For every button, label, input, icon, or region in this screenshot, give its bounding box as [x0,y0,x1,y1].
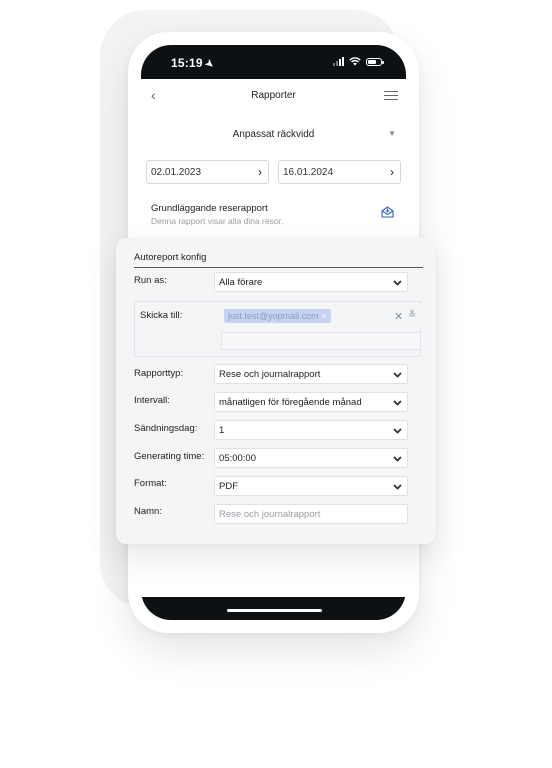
generating-time-label: Generating time: [134,451,205,462]
filter-settings-icon[interactable] [384,88,398,102]
status-icons [333,57,384,66]
generating-time-value: 05:00:00 [219,453,256,464]
recipients-tag-field[interactable]: just.test@yopmail.com × ✕ ≚ [221,304,421,328]
send-day-value: 1 [219,425,225,436]
format-value: PDF [219,481,238,492]
chevron-down-icon [393,372,402,378]
interval-value: månatligen för föregående månad [219,397,362,408]
range-label: Anpassat räckvidd [232,129,315,140]
status-bar: 15:19➤ [141,45,406,79]
chevron-down-icon [393,280,402,286]
name-label: Namn: [134,506,162,517]
name-input[interactable] [214,504,408,524]
report-subtitle: Denna rapport visar alla dina resor. [151,216,284,226]
recipients-block: Skicka till: just.test@yopmail.com × ✕ ≚ [134,301,421,357]
caret-down-icon: ▼ [388,129,396,138]
remove-tag-icon[interactable]: × [322,311,327,321]
dialog-title: Autoreport konfig [134,252,207,263]
report-title: Grundläggande reserapport [151,203,268,214]
location-icon: ➤ [202,57,216,72]
format-label: Format: [134,478,167,489]
home-bar [141,597,406,620]
format-select[interactable]: PDF [214,476,408,496]
end-date-value: 16.01.2024 [283,167,334,178]
report-type-label: Rapporttyp: [134,368,184,379]
home-indicator[interactable] [227,609,322,612]
send-day-select[interactable]: 1 [214,420,408,440]
report-type-value: Rese och journalrapport [219,369,321,380]
chevron-down-icon [393,428,402,434]
nav-header: ‹ Rapporter [141,79,406,115]
email-report-icon[interactable] [381,206,394,218]
generating-time-select[interactable]: 05:00:00 [214,448,408,468]
recipient-email: just.test@yopmail.com [228,311,319,321]
divider [134,267,423,268]
start-date-value: 02.01.2023 [151,167,202,178]
clock-text: 15:19 [171,56,203,70]
battery-icon [366,58,384,66]
chevron-right-icon: › [390,165,394,179]
chevron-down-icon [393,484,402,490]
autoreport-dialog: Autoreport konfig Run as: Alla förare Sk… [116,238,436,544]
signal-icon [333,57,344,66]
recipient-tag: just.test@yopmail.com × [224,309,331,323]
send-day-label: Sändningsdag: [134,423,198,434]
chevron-down-icon [393,400,402,406]
chevron-down-icon [393,456,402,462]
end-date-field[interactable]: 16.01.2024 › [278,160,401,184]
report-type-select[interactable]: Rese och journalrapport [214,364,408,384]
clear-icon[interactable]: ✕ [394,310,403,323]
run-as-label: Run as: [134,275,167,286]
run-as-value: Alla förare [219,277,263,288]
chevron-right-icon: › [258,165,262,179]
interval-label: Intervall: [134,395,170,406]
send-to-label: Skicka till: [140,310,183,321]
start-date-field[interactable]: 02.01.2023 › [146,160,269,184]
wifi-icon [349,57,361,66]
add-recipient-input[interactable] [221,332,421,350]
status-time: 15:19➤ [171,56,216,72]
run-as-select[interactable]: Alla förare [214,272,408,292]
interval-select[interactable]: månatligen för föregående månad [214,392,408,412]
page-title: Rapporter [251,90,296,101]
expand-icon[interactable]: ≚ [408,310,416,321]
range-dropdown[interactable]: Anpassat räckvidd ▼ [141,125,406,147]
